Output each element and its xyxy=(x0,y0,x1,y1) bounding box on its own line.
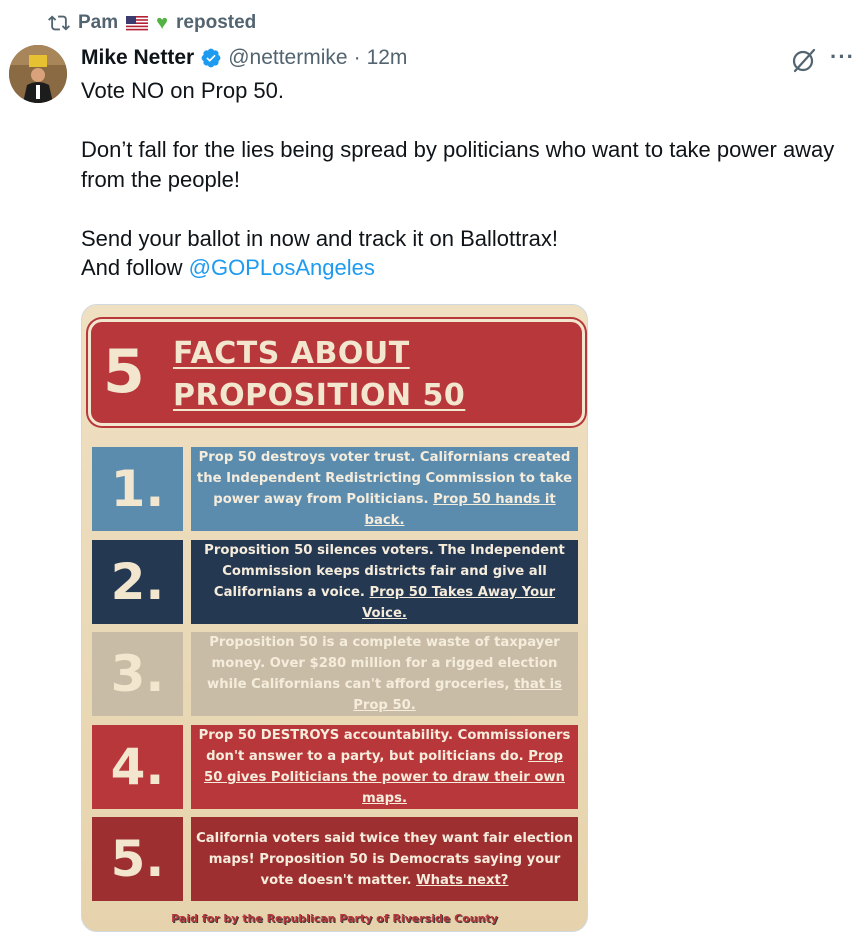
mention-link[interactable]: @GOPLosAngeles xyxy=(189,255,375,280)
fact-body-5: California voters said twice they want f… xyxy=(196,830,573,888)
tweet-line-3a: Send your ballot in now and track it on … xyxy=(81,225,558,251)
fact-number-3: 3. xyxy=(92,632,183,716)
header-separator: · xyxy=(353,46,361,69)
fact-text-1: Prop 50 destroys voter trust. California… xyxy=(191,447,578,531)
tweet-text: Vote NO on Prop 50. Don’t fall for the l… xyxy=(81,76,841,283)
avatar-image xyxy=(9,45,67,103)
image-banner: 5 FACTS ABOUT PROPOSITION 50 xyxy=(88,319,585,426)
repost-icon xyxy=(48,15,70,31)
avatar[interactable] xyxy=(9,45,67,103)
repost-user[interactable]: Pam xyxy=(78,12,118,34)
green-heart-icon: ♥ xyxy=(156,12,169,34)
fact-text-3: Proposition 50 is a complete waste of ta… xyxy=(191,632,578,716)
tweet-header: Mike Netter @nettermike · 12m xyxy=(81,43,407,73)
more-dots-icon[interactable]: ··· xyxy=(830,44,856,70)
fact-number-2: 2. xyxy=(92,540,183,624)
grok-icon[interactable] xyxy=(790,46,818,74)
repost-label: reposted xyxy=(176,12,257,33)
banner-number: 5 xyxy=(103,337,145,407)
fact-emph-2: Prop 50 Takes Away Your Voice. xyxy=(362,585,556,621)
fact-row-1: 1. Prop 50 destroys voter trust. Califor… xyxy=(92,447,578,531)
fact-row-5: 5. California voters said twice they wan… xyxy=(92,817,578,901)
paid-for-disclaimer: Paid for by the Republican Party of Rive… xyxy=(171,912,498,925)
timestamp[interactable]: 12m xyxy=(367,46,408,70)
fact-text-4: Prop 50 DESTROYS accountability. Commiss… xyxy=(191,725,578,809)
banner-title-line-2: PROPOSITION 50 xyxy=(173,378,466,413)
repost-context[interactable]: Pam ♥ reposted xyxy=(48,10,256,36)
tweet-line-3b: And follow xyxy=(81,255,189,280)
tweet-line-3: Send your ballot in now and track it on … xyxy=(81,224,841,283)
fact-text-2: Proposition 50 silences voters. The Inde… xyxy=(191,540,578,624)
fact-body-3: Proposition 50 is a complete waste of ta… xyxy=(207,635,560,692)
fact-emph-5: Whats next? xyxy=(416,872,509,888)
fact-row-4: 4. Prop 50 DESTROYS accountability. Comm… xyxy=(92,725,578,809)
fact-number-4: 4. xyxy=(92,725,183,809)
tweet-line-1: Vote NO on Prop 50. xyxy=(81,78,285,103)
tweet-line-2: Don’t fall for the lies being spread by … xyxy=(81,137,835,192)
fact-row-2: 2. Proposition 50 silences voters. The I… xyxy=(92,540,578,624)
fact-text-5: California voters said twice they want f… xyxy=(191,817,578,901)
fact-number-1: 1. xyxy=(92,447,183,531)
fact-number-5: 5. xyxy=(92,817,183,901)
fact-row-3: 3. Proposition 50 is a complete waste of… xyxy=(92,632,578,716)
banner-title-line-1: FACTS ABOUT xyxy=(173,336,410,371)
tweet-image[interactable]: 5 FACTS ABOUT PROPOSITION 50 1. Prop 50 … xyxy=(81,304,588,932)
author-handle[interactable]: @nettermike xyxy=(228,46,347,70)
us-flag-icon xyxy=(126,15,149,31)
fact-body-4: Prop 50 DESTROYS accountability. Commiss… xyxy=(198,728,571,764)
author-name[interactable]: Mike Netter xyxy=(81,46,194,70)
verified-badge-icon xyxy=(201,48,221,68)
